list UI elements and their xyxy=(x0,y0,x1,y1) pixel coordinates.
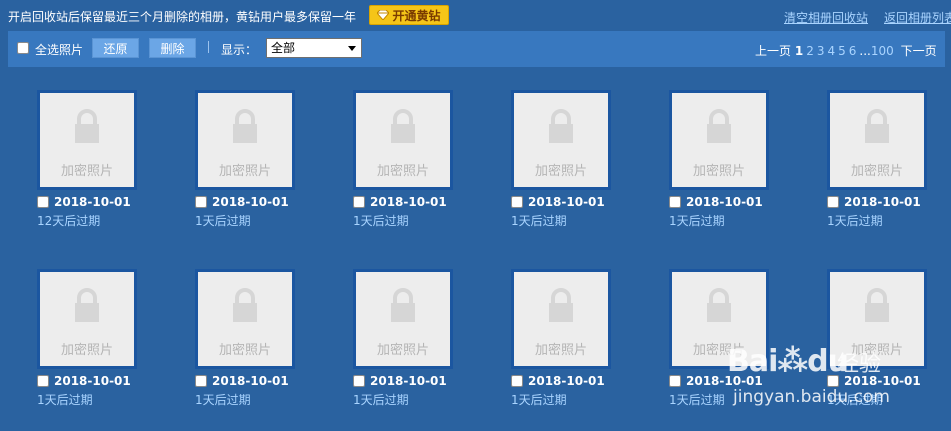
page-link[interactable]: 2 xyxy=(806,44,814,58)
photo-date: 2018-10-01 xyxy=(370,374,447,388)
photo-date: 2018-10-01 xyxy=(212,195,289,209)
photo-checkbox[interactable] xyxy=(195,375,207,387)
toolbar: 全选照片 还原 删除 显示： 全部 上一页 1 2 3 4 5 6 ...100 下一页 xyxy=(8,31,945,67)
photo-expire-text: 1天后过期 xyxy=(353,214,409,228)
photo-thumbnail[interactable]: 加密照片 xyxy=(353,269,453,369)
photo-thumbnail[interactable]: 加密照片 xyxy=(669,90,769,190)
page-link[interactable]: 5 xyxy=(838,44,846,58)
lock-icon xyxy=(233,288,257,322)
photo-thumbnail[interactable]: 加密照片 xyxy=(511,90,611,190)
page-link[interactable]: 6 xyxy=(849,44,857,58)
diamond-icon xyxy=(377,10,390,20)
photo-expire-text: 1天后过期 xyxy=(827,214,883,228)
photo-expire-text: 1天后过期 xyxy=(511,214,567,228)
photo-thumbnail[interactable]: 加密照片 xyxy=(37,269,137,369)
photo-thumbnail[interactable]: 加密照片 xyxy=(195,269,295,369)
show-filter-label: 显示： xyxy=(221,43,258,57)
select-all-label: 全选照片 xyxy=(35,43,84,57)
photo-checkbox[interactable] xyxy=(353,375,365,387)
lock-icon xyxy=(391,288,415,322)
prev-page-link[interactable]: 上一页 xyxy=(755,44,791,58)
lock-icon xyxy=(707,109,731,143)
photo-thumbnail[interactable]: 加密照片 xyxy=(511,269,611,369)
photo-checkbox[interactable] xyxy=(511,196,523,208)
photo-expire-text: 1天后过期 xyxy=(195,214,251,228)
photo-expire-text: 1天后过期 xyxy=(669,393,725,407)
restore-button[interactable]: 还原 xyxy=(92,38,139,58)
clear-recycle-bin-link[interactable]: 清空相册回收站 xyxy=(784,9,868,26)
lock-icon xyxy=(707,288,731,322)
page-current: 1 xyxy=(794,44,804,58)
encrypted-photo-label: 加密照片 xyxy=(692,164,745,179)
chevron-down-icon xyxy=(348,46,356,51)
next-page-link[interactable]: 下一页 xyxy=(901,44,937,58)
photo-date: 2018-10-01 xyxy=(212,374,289,388)
photo-expire-text: 1天后过期 xyxy=(511,393,567,407)
lock-icon xyxy=(865,109,889,143)
lock-icon xyxy=(75,109,99,143)
photo-checkbox[interactable] xyxy=(669,196,681,208)
select-all-checkbox[interactable] xyxy=(17,42,29,54)
photo-date: 2018-10-01 xyxy=(54,195,131,209)
photo-date: 2018-10-01 xyxy=(370,195,447,209)
paw-icon: ⁂ xyxy=(777,344,808,379)
lock-icon xyxy=(549,109,573,143)
top-bar: 开启回收站后保留最近三个月删除的相册，黄钻用户最多保留一年 开通黄钻 清空相册回… xyxy=(0,0,951,30)
page-link-last[interactable]: 100 xyxy=(871,44,894,58)
photo-thumbnail[interactable]: 加密照片 xyxy=(37,90,137,190)
page-link[interactable]: 3 xyxy=(817,44,825,58)
photo-checkbox[interactable] xyxy=(511,375,523,387)
photo-expire-text: 1天后过期 xyxy=(195,393,251,407)
encrypted-photo-label: 加密照片 xyxy=(534,343,587,358)
photo-date: 2018-10-01 xyxy=(528,195,605,209)
photo-expire-text: 12天后过期 xyxy=(37,214,101,228)
photo-thumbnail[interactable]: 加密照片 xyxy=(827,90,927,190)
watermark-brand: Bai⁂du xyxy=(727,344,849,379)
back-to-album-list-link[interactable]: 返回相册列表 xyxy=(884,9,951,26)
baidu-jingyan-watermark: Bai⁂du 经验 jingyan.baidu.com xyxy=(727,332,897,414)
page-link[interactable]: 4 xyxy=(827,44,835,58)
encrypted-photo-label: 加密照片 xyxy=(60,343,113,358)
open-yellow-diamond-button[interactable]: 开通黄钻 xyxy=(369,5,449,25)
encrypted-photo-label: 加密照片 xyxy=(850,164,903,179)
filter-select[interactable]: 全部 xyxy=(266,38,362,58)
photo-checkbox[interactable] xyxy=(827,196,839,208)
delete-button[interactable]: 删除 xyxy=(149,38,196,58)
watermark-cn: 经验 xyxy=(837,352,882,377)
photo-checkbox[interactable] xyxy=(669,375,681,387)
pagination: 上一页 1 2 3 4 5 6 ...100 下一页 xyxy=(755,42,937,59)
encrypted-photo-label: 加密照片 xyxy=(60,164,113,179)
photo-date: 2018-10-01 xyxy=(528,374,605,388)
lock-icon xyxy=(75,288,99,322)
photo-expire-text: 1天后过期 xyxy=(353,393,409,407)
photo-checkbox[interactable] xyxy=(37,375,49,387)
watermark-url: jingyan.baidu.com xyxy=(733,387,890,407)
lock-icon xyxy=(865,288,889,322)
lock-icon xyxy=(391,109,415,143)
photo-date: 2018-10-01 xyxy=(54,374,131,388)
encrypted-photo-label: 加密照片 xyxy=(218,343,271,358)
encrypted-photo-label: 加密照片 xyxy=(376,343,429,358)
photo-expire-text: 1天后过期 xyxy=(669,214,725,228)
encrypted-photo-label: 加密照片 xyxy=(376,164,429,179)
toolbar-divider xyxy=(208,41,209,53)
photo-checkbox[interactable] xyxy=(195,196,207,208)
lock-icon xyxy=(233,109,257,143)
filter-select-value: 全部 xyxy=(271,41,296,55)
photo-expire-text: 1天后过期 xyxy=(37,393,93,407)
photo-thumbnail[interactable]: 加密照片 xyxy=(195,90,295,190)
lock-icon xyxy=(549,288,573,322)
photo-thumbnail[interactable]: 加密照片 xyxy=(353,90,453,190)
page-ellipsis: ... xyxy=(859,44,871,58)
photo-date: 2018-10-01 xyxy=(844,195,921,209)
vip-button-label: 开通黄钻 xyxy=(392,8,441,23)
photo-date: 2018-10-01 xyxy=(686,195,763,209)
encrypted-photo-label: 加密照片 xyxy=(218,164,271,179)
photo-checkbox[interactable] xyxy=(37,196,49,208)
photo-checkbox[interactable] xyxy=(353,196,365,208)
recycle-notice: 开启回收站后保留最近三个月删除的相册，黄钻用户最多保留一年 xyxy=(8,10,357,24)
encrypted-photo-label: 加密照片 xyxy=(534,164,587,179)
